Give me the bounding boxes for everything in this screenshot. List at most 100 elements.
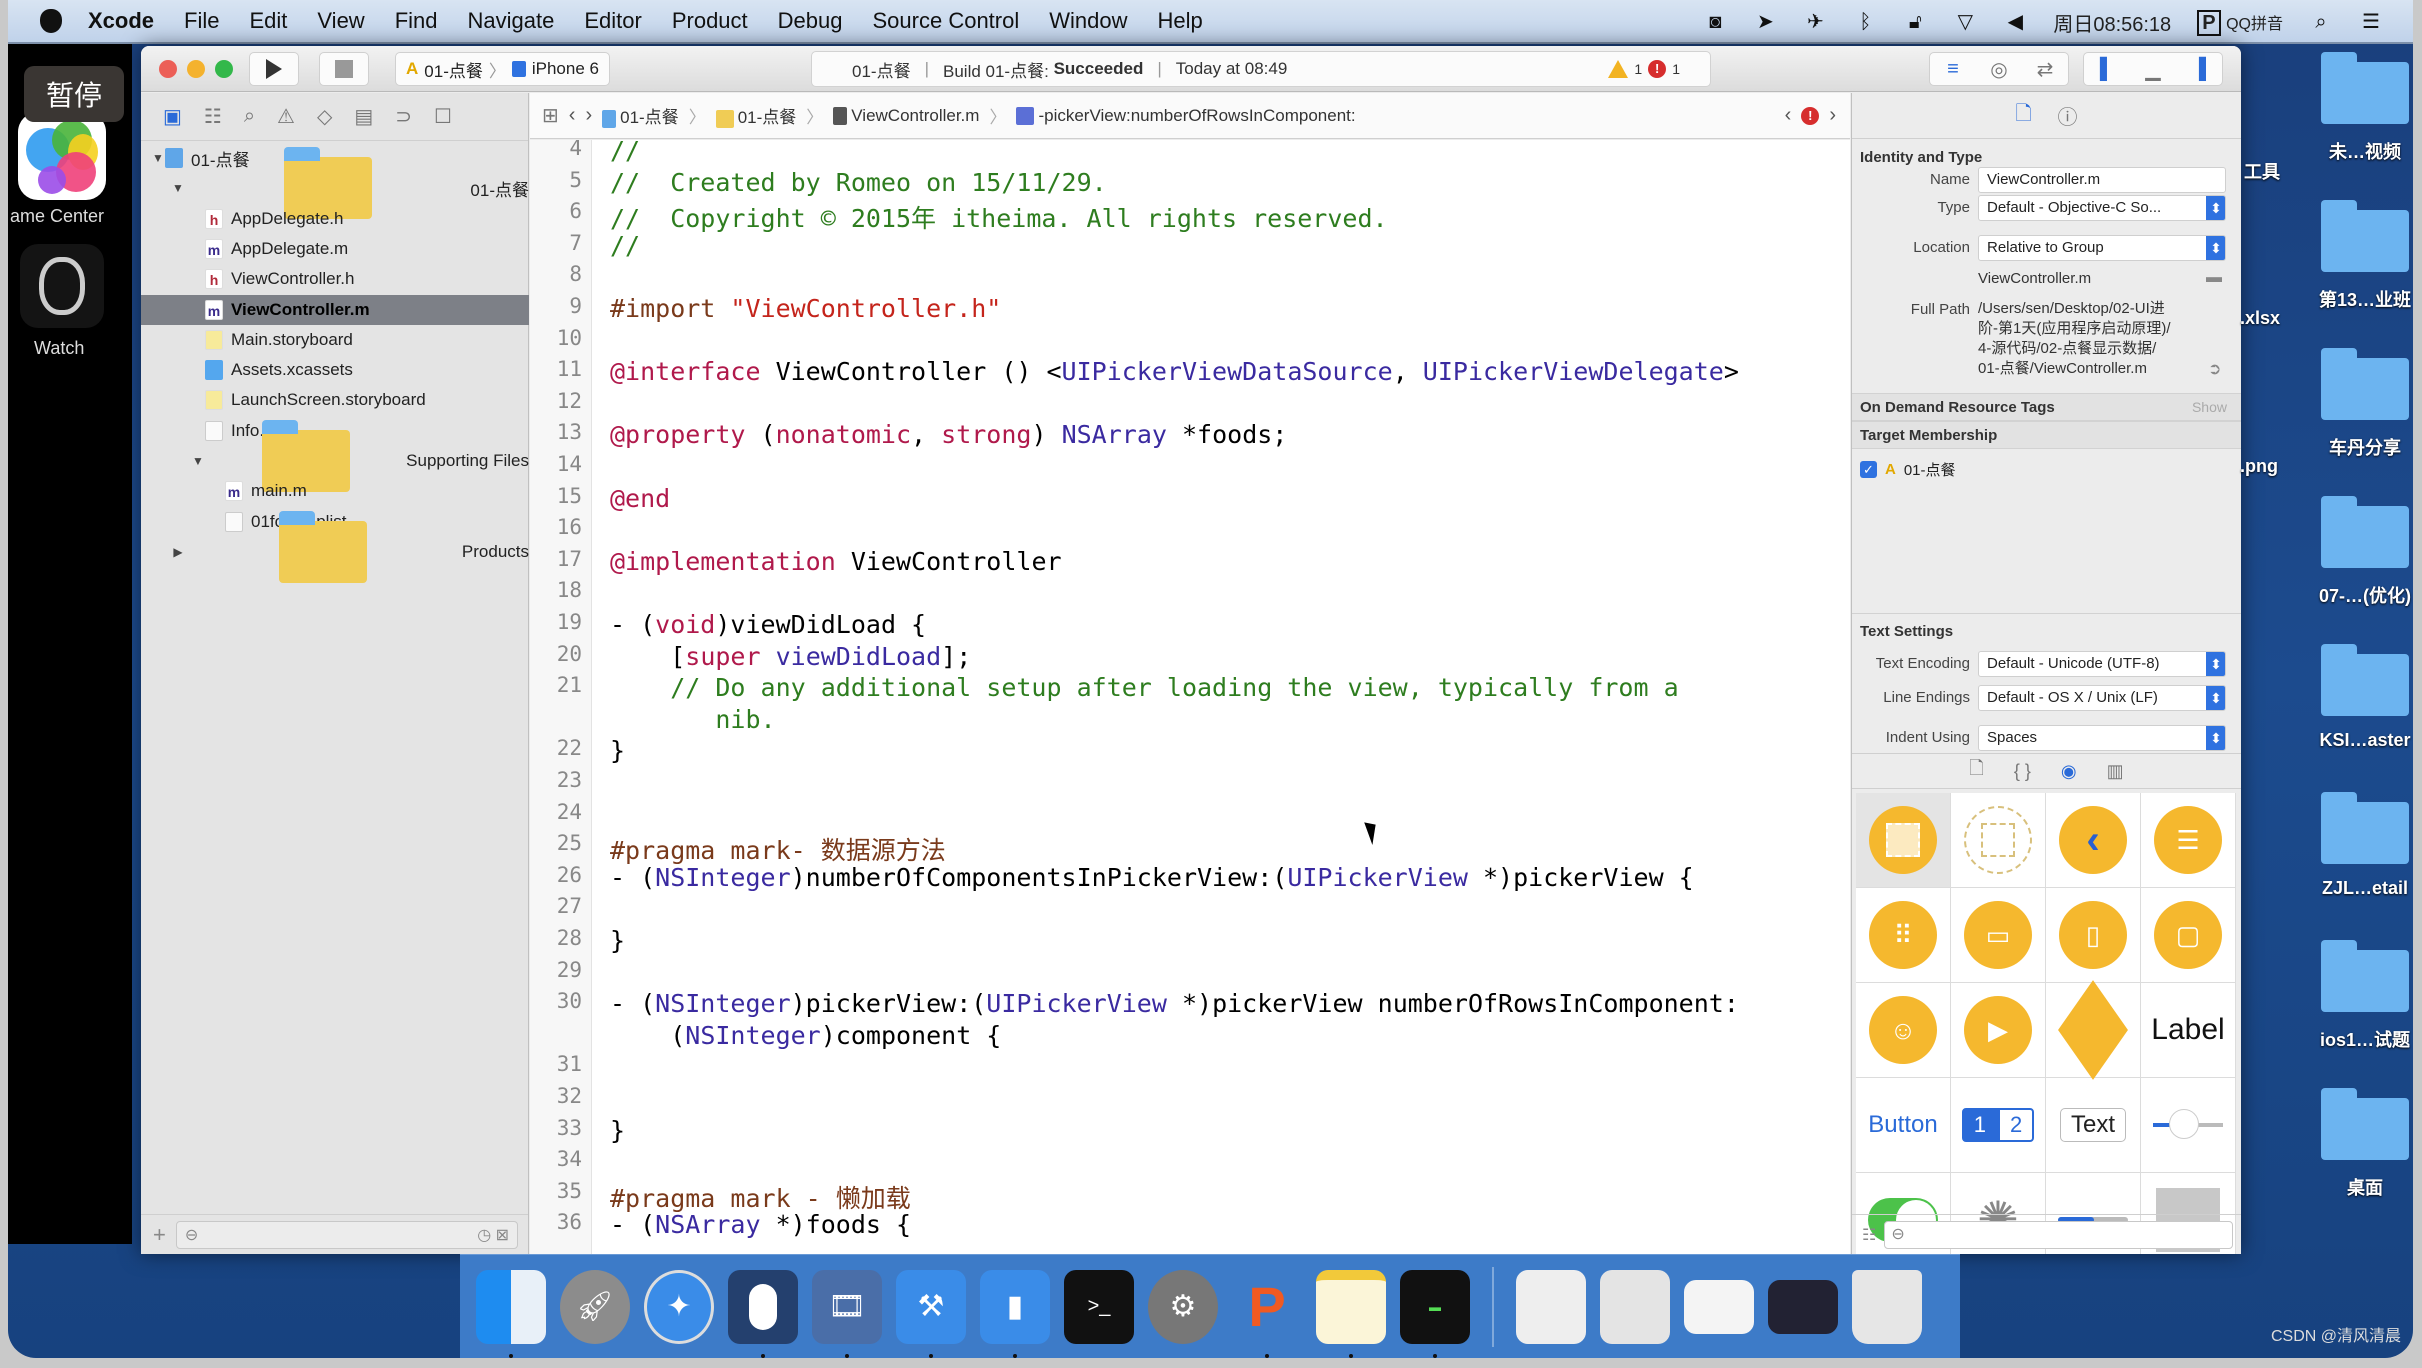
issue-navigator-tab-icon[interactable]: ⚠ — [277, 104, 295, 129]
quick-help-tab-icon[interactable]: ⓘ — [2058, 101, 2078, 130]
version-editor-icon[interactable]: ⇄ — [2022, 53, 2068, 85]
location-icon[interactable]: ➤ — [1753, 11, 1777, 33]
terminal-icon[interactable]: >_ — [1064, 1269, 1134, 1344]
menu-debug[interactable]: Debug — [778, 8, 843, 34]
activity-monitor-icon[interactable]: ▬ — [1400, 1269, 1470, 1358]
breadcrumb-file[interactable]: ViewController.m — [833, 106, 979, 126]
disclosure-expanded-icon[interactable]: ▼ — [151, 151, 165, 165]
library-filter-input[interactable]: ⊖ — [1884, 1220, 2233, 1249]
library-button[interactable]: Button — [1856, 1078, 1951, 1173]
menu-view[interactable]: View — [317, 8, 364, 34]
target-checkbox[interactable]: ✓ — [1860, 461, 1877, 478]
minimize-window-button[interactable] — [187, 60, 205, 78]
object-library-icon[interactable]: ◉ — [2061, 761, 2077, 782]
project-navigator-tab-icon[interactable]: ▣ — [163, 104, 182, 129]
location-popup[interactable]: Relative to Group — [1978, 235, 2226, 261]
related-items-icon[interactable]: ⊞ — [542, 103, 559, 128]
warning-icon[interactable] — [1608, 60, 1629, 78]
file-tree-item[interactable]: ▶ Products — [141, 510, 529, 583]
menu-find[interactable]: Find — [395, 8, 438, 34]
notification-center-icon[interactable]: ☰ — [2359, 11, 2383, 33]
menu-file[interactable]: File — [184, 8, 219, 34]
desktop-folder[interactable]: ios1…试题 — [2300, 940, 2413, 1052]
add-file-icon[interactable]: + — [153, 1222, 166, 1248]
code-snippet-library-icon[interactable]: { } — [2014, 761, 2031, 782]
desktop-item-partial[interactable]: .xlsx — [2240, 308, 2280, 329]
game-center-icon[interactable] — [18, 112, 106, 200]
library-slider[interactable] — [2141, 1078, 2236, 1173]
document-4-icon[interactable] — [1768, 1279, 1838, 1334]
document-3-icon[interactable] — [1684, 1279, 1754, 1334]
bluetooth-icon[interactable]: ᛒ — [1853, 11, 1877, 33]
launchpad-icon[interactable]: 🚀︎ — [560, 1269, 630, 1344]
library-tab-bar-controller[interactable]: ▭ — [1951, 888, 2046, 983]
library-glkit-view-controller[interactable]: ☺ — [1856, 983, 1951, 1078]
reveal-in-finder-icon[interactable]: ➲ — [2208, 359, 2221, 379]
spotlight-search-icon[interactable]: ⌕ — [2309, 11, 2333, 33]
desktop-folder[interactable]: 未…视频 — [2300, 52, 2413, 164]
find-navigator-tab-icon[interactable]: ⌕ — [244, 105, 255, 128]
file-tree-item[interactable]: h ViewController.h — [141, 264, 529, 294]
xcode-icon[interactable]: ⚒ — [896, 1269, 966, 1358]
library-label[interactable]: Label — [2141, 983, 2236, 1078]
menu-xcode[interactable]: Xcode — [88, 8, 154, 34]
debug-navigator-tab-icon[interactable]: ▤ — [354, 104, 373, 129]
lock-icon[interactable]: 🔓︎ — [1903, 11, 1927, 33]
disclosure-expanded-icon[interactable]: ▼ — [191, 454, 205, 468]
file-tree-item[interactable]: Main.storyboard — [141, 325, 529, 355]
desktop-folder[interactable]: 07-…(优化) — [2300, 496, 2413, 608]
source-editor[interactable]: 4 // 5 // Created by Romeo on 15/11/29. 6 // … — [530, 140, 1850, 1254]
file-tree-item[interactable]: m AppDelegate.m — [141, 234, 529, 264]
recent-files-icon[interactable]: ◷ ⊠ — [477, 1225, 509, 1245]
library-view-controller[interactable] — [1856, 793, 1951, 888]
warning-count[interactable]: 1 — [1634, 61, 1642, 77]
screen-record-icon[interactable]: ◙ — [1703, 11, 1727, 33]
file-tree-item[interactable]: h AppDelegate.h — [141, 204, 529, 234]
simulator-icon[interactable]: ▮ — [980, 1269, 1050, 1358]
disclosure-expanded-icon[interactable]: ▼ — [171, 181, 185, 195]
library-segmented-control[interactable]: 12 — [1951, 1078, 2046, 1173]
scheme-selector[interactable]: A 01-点餐 〉 iPhone 6 — [395, 52, 610, 86]
navigator-filter-input[interactable]: ⊖ ◷ ⊠ — [175, 1220, 518, 1249]
menu-product[interactable]: Product — [672, 8, 748, 34]
library-page-view-controller[interactable]: ▢ — [2141, 888, 2236, 983]
report-navigator-tab-icon[interactable]: ☐ — [434, 104, 452, 129]
indent-popup[interactable]: Spaces — [1978, 725, 2226, 751]
document-1-icon[interactable] — [1516, 1269, 1586, 1344]
menu-source-control[interactable]: Source Control — [873, 8, 1020, 34]
symbol-navigator-tab-icon[interactable]: ☷ — [204, 104, 222, 129]
odr-show-button[interactable]: Show — [2192, 399, 2227, 415]
notes-icon[interactable] — [1316, 1269, 1386, 1358]
next-issue-icon[interactable]: › — [1829, 104, 1836, 127]
apple-menu-icon[interactable] — [40, 9, 62, 33]
breadcrumb-group[interactable]: 01-点餐 — [715, 103, 796, 128]
assistant-editor-icon[interactable]: ◎ — [1976, 53, 2022, 85]
test-navigator-tab-icon[interactable]: ◇ — [317, 104, 332, 129]
file-tree-item[interactable]: m main.m — [141, 476, 529, 506]
breadcrumb-method[interactable]: -pickerView:numberOfRowsInComponent: — [1016, 106, 1356, 126]
desktop-item-partial[interactable]: .png — [2240, 456, 2278, 477]
file-tree-item[interactable]: m ViewController.m — [141, 294, 529, 325]
menu-navigate[interactable]: Navigate — [468, 8, 555, 34]
toggle-navigator-icon[interactable]: ▌ — [2084, 53, 2130, 85]
standard-editor-icon[interactable]: ≡ — [1930, 53, 1976, 85]
photo-booth-icon[interactable]: 🎞︎ — [812, 1269, 882, 1358]
system-preferences-icon[interactable]: ⚙ — [1148, 1269, 1218, 1344]
library-av-player-view-controller[interactable]: ▶ — [1951, 983, 2046, 1078]
toggle-debug-area-icon[interactable]: ▁ — [2130, 53, 2176, 85]
stop-button[interactable] — [319, 52, 369, 86]
line-endings-popup[interactable]: Default - OS X / Unix (LF) — [1978, 685, 2226, 711]
previous-issue-icon[interactable]: ‹ — [1785, 104, 1792, 127]
library-navigation-controller[interactable]: ‹ — [2046, 793, 2141, 888]
desktop-folder[interactable]: 第13…业班 — [2300, 200, 2413, 312]
wps-icon[interactable]: P — [1232, 1270, 1302, 1358]
pause-badge[interactable]: 暂停 — [24, 66, 124, 122]
file-tree-item[interactable]: ▼ Supporting Files — [141, 420, 529, 492]
desktop-item-partial[interactable]: 工具 — [2244, 158, 2280, 184]
close-window-button[interactable] — [159, 60, 177, 78]
menu-edit[interactable]: Edit — [249, 8, 287, 34]
library-split-view-controller[interactable]: ▯ — [2046, 888, 2141, 983]
file-tree-item[interactable]: ▼ 01-点餐 — [141, 147, 529, 220]
library-collection-view-controller[interactable]: ⠿ — [1856, 888, 1951, 983]
choose-folder-icon[interactable]: ▬ — [2206, 269, 2222, 287]
